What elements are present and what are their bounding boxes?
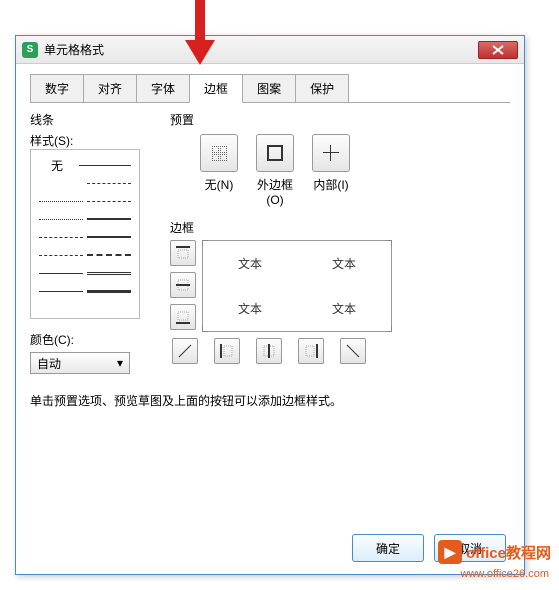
border-top-icon — [176, 246, 190, 260]
border-left-icon — [220, 344, 234, 358]
border-middle-v-button[interactable] — [256, 338, 282, 364]
watermark-icon: ▶ — [438, 540, 462, 564]
close-button[interactable] — [478, 41, 518, 59]
style-label: 样式(S): — [30, 132, 160, 149]
tab-pattern[interactable]: 图案 — [242, 74, 296, 102]
tab-font[interactable]: 字体 — [136, 74, 190, 102]
window-title: 单元格格式 — [44, 41, 478, 58]
preview-cell: 文本 — [297, 286, 391, 331]
preview-cell: 文本 — [203, 286, 297, 331]
border-right-icon — [304, 344, 318, 358]
preset-outline-button[interactable] — [256, 134, 294, 172]
border-diag-down-button[interactable] — [340, 338, 366, 364]
app-icon: S — [22, 42, 38, 58]
line-style-listbox[interactable]: 无 — [30, 149, 140, 319]
preset-inside-label: 内部(I) — [312, 176, 350, 207]
tab-border[interactable]: 边框 — [189, 74, 243, 103]
tab-protection[interactable]: 保护 — [295, 74, 349, 102]
diag-up-icon — [178, 344, 192, 358]
watermark-url: www.office26.com — [461, 568, 549, 580]
border-bottom-icon — [176, 310, 190, 324]
preset-outline-label: 外边框(O) — [256, 176, 294, 207]
grid-outline-icon — [267, 145, 283, 161]
border-top-button[interactable] — [170, 240, 196, 266]
grid-none-icon — [212, 146, 227, 161]
border-left-button[interactable] — [214, 338, 240, 364]
tab-alignment[interactable]: 对齐 — [83, 74, 137, 102]
watermark-brand: office教程网 — [466, 542, 551, 563]
preset-inside-button[interactable] — [312, 134, 350, 172]
border-middle-v-icon — [262, 344, 276, 358]
grid-inside-icon — [323, 145, 339, 161]
border-middle-h-icon — [176, 278, 190, 292]
color-value: 自动 — [37, 355, 61, 372]
close-icon — [492, 45, 504, 55]
watermark: ▶ office教程网 — [438, 540, 551, 564]
color-label: 颜色(C): — [30, 331, 160, 348]
preset-none-label: 无(N) — [200, 176, 238, 207]
preset-none-button[interactable] — [200, 134, 238, 172]
border-right-button[interactable] — [298, 338, 324, 364]
hint-text: 单击预置选项、预览草图及上面的按钮可以添加边框样式。 — [30, 392, 510, 409]
border-group-label: 边框 — [170, 219, 510, 236]
border-bottom-button[interactable] — [170, 304, 196, 330]
line-style-none[interactable]: 无 — [37, 157, 77, 174]
tab-bar: 数字 对齐 字体 边框 图案 保护 — [30, 74, 510, 103]
pointer-arrow — [180, 0, 220, 70]
titlebar: S 单元格格式 — [16, 36, 524, 64]
preview-cell: 文本 — [297, 241, 391, 286]
border-middle-h-button[interactable] — [170, 272, 196, 298]
chevron-down-icon: ▾ — [117, 356, 123, 370]
line-group-label: 线条 — [30, 111, 160, 128]
border-diag-up-button[interactable] — [172, 338, 198, 364]
color-dropdown[interactable]: 自动 ▾ — [30, 352, 130, 374]
cell-format-dialog: S 单元格格式 数字 对齐 字体 边框 图案 保护 线条 样式(S): 无 — [15, 35, 525, 575]
preview-cell: 文本 — [203, 241, 297, 286]
border-preview[interactable]: 文本 文本 文本 文本 — [202, 240, 392, 332]
diag-down-icon — [346, 344, 360, 358]
ok-button[interactable]: 确定 — [352, 534, 424, 562]
preset-group-label: 预置 — [170, 111, 510, 128]
tab-number[interactable]: 数字 — [30, 74, 84, 102]
